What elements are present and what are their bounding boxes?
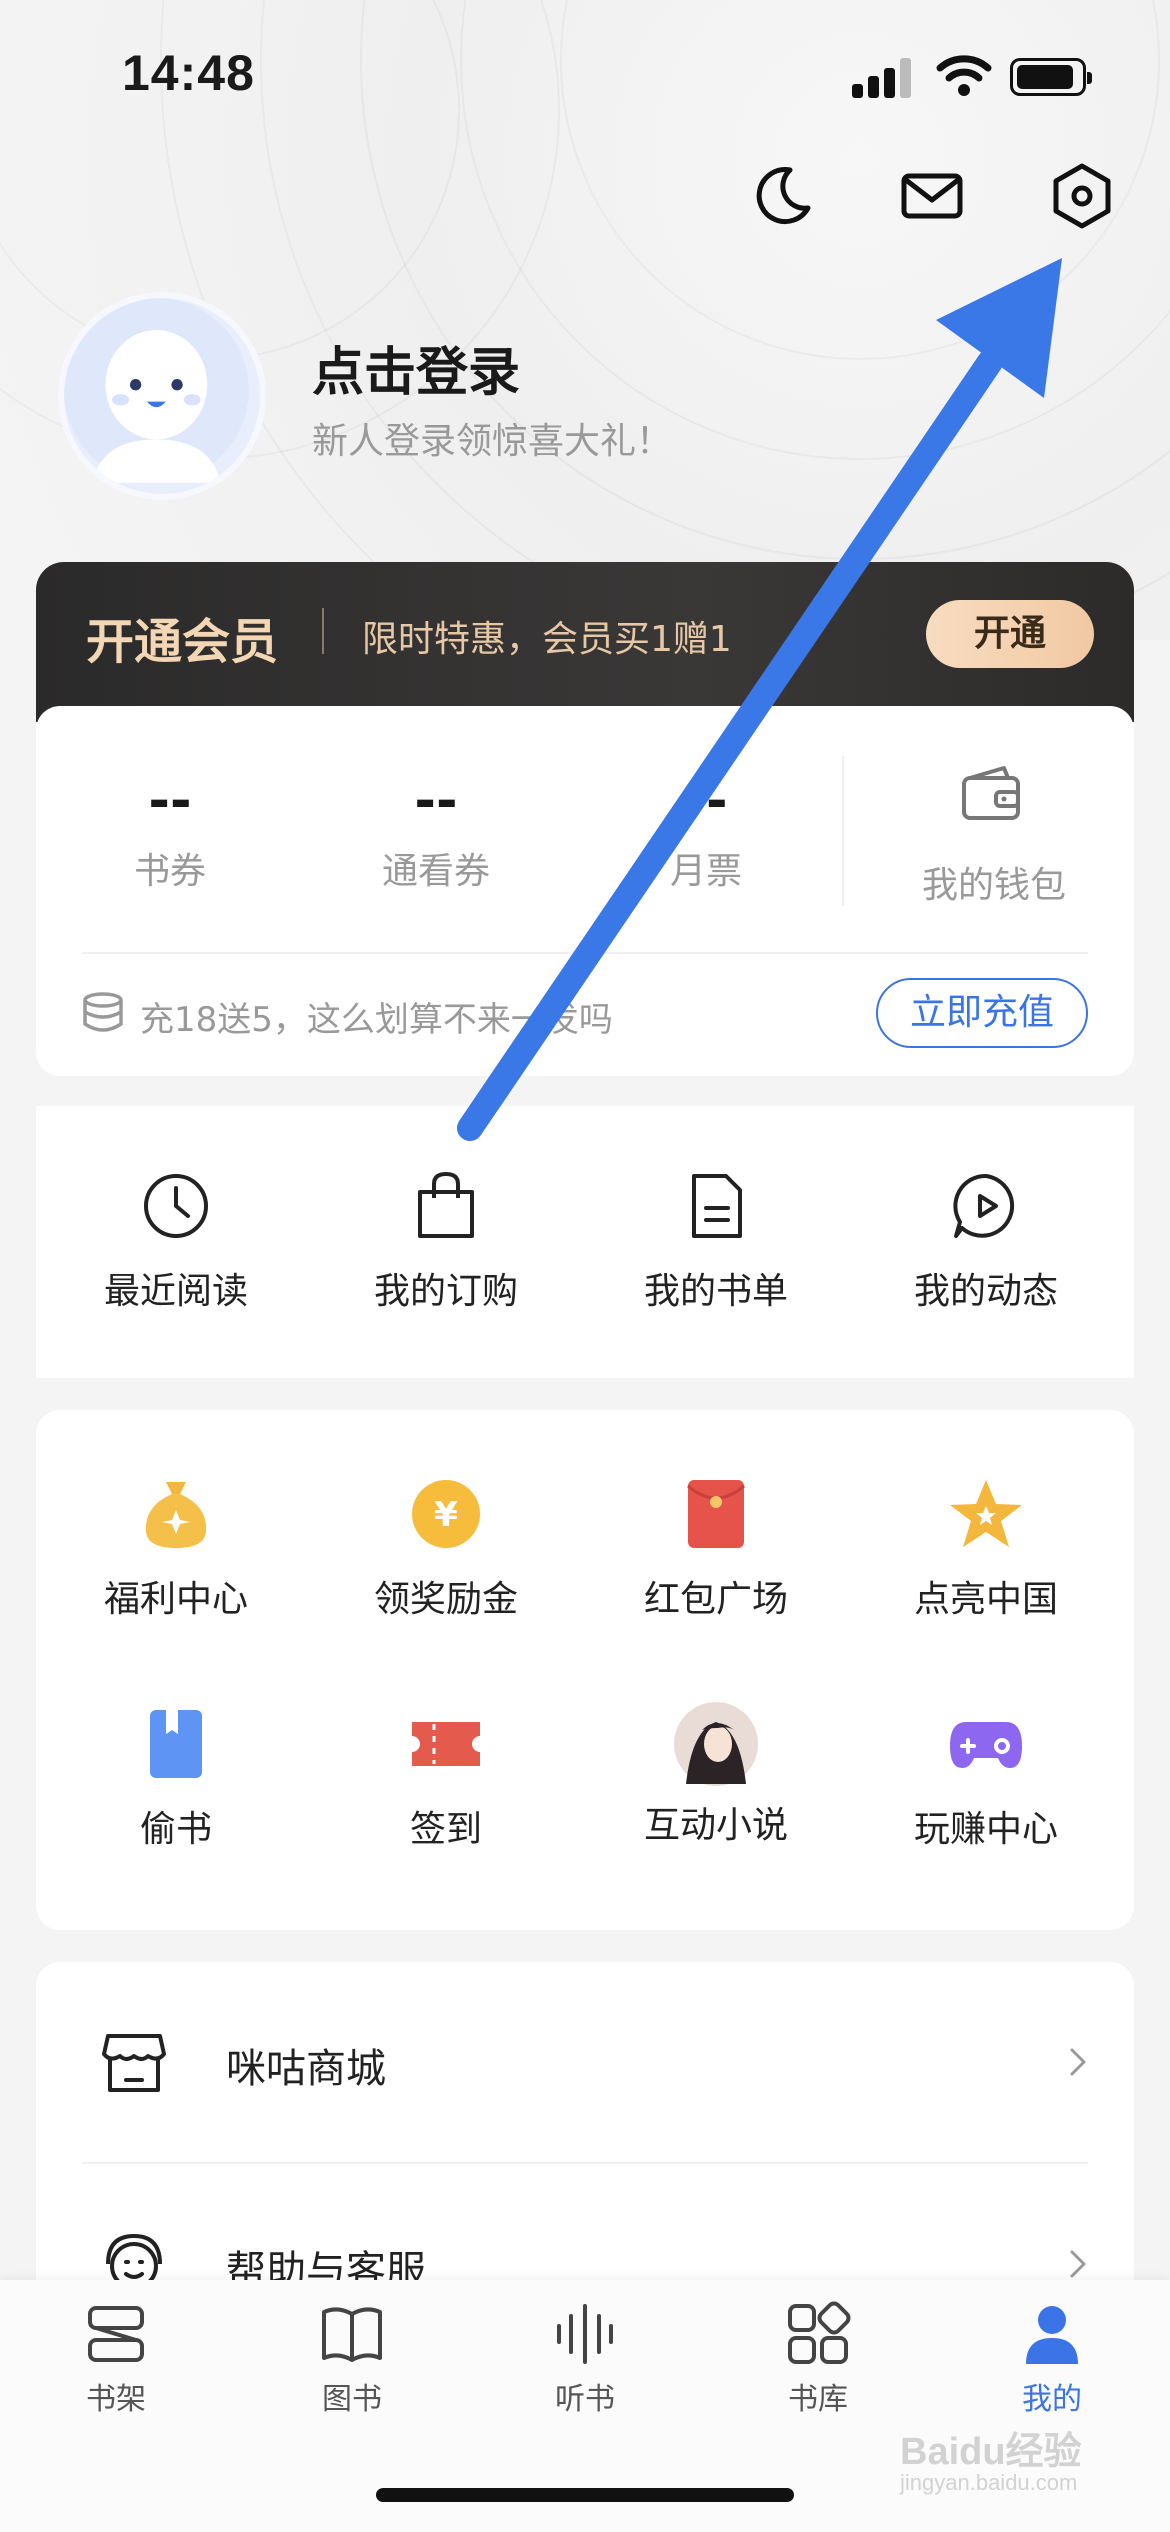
clock-icon (144, 1174, 208, 1238)
gamepad-icon (950, 1722, 1022, 1768)
divider (82, 952, 1088, 954)
settings-icon[interactable] (1046, 160, 1118, 232)
welfare-label: 红包广场 (643, 1579, 788, 1620)
login-title[interactable]: 点击登录 (312, 330, 520, 405)
vip-promo: 限时特惠，会员买1赠1 (362, 619, 732, 660)
watermark-url: jingyan.baidu.com (900, 2470, 1078, 2495)
quick-links-card: 最近阅读 我的订购 我的书单 我的动态 (36, 1106, 1134, 1378)
check-in[interactable]: 签到 (316, 1706, 576, 1852)
audio-wave-icon (557, 2304, 613, 2364)
quick-link-label: 最近阅读 (103, 1271, 248, 1312)
welfare-label: 领奖励金 (373, 1579, 518, 1620)
quick-link-label: 我的订购 (373, 1271, 518, 1312)
list-item-migu-mall[interactable]: 咪咕商城 (36, 1962, 1134, 2162)
welfare-label: 签到 (409, 1809, 482, 1850)
tab-bookshelf[interactable]: 书架 (36, 2300, 196, 2418)
yuan-coin-icon: ¥ (412, 1480, 480, 1548)
avatar[interactable] (58, 292, 266, 500)
tab-label: 听书 (555, 2382, 615, 2417)
stat-label: 月票 (669, 851, 742, 892)
light-up-china[interactable]: 点亮中国 (856, 1476, 1116, 1622)
money-bag-icon (145, 1482, 207, 1548)
book-icon (150, 1710, 202, 1778)
grid-icon (788, 2301, 851, 2364)
welfare-card: 福利中心 ¥ 领奖励金 红包广场 点亮中国 偷书 签到 互动小说 玩赚中心 (36, 1410, 1134, 1930)
welfare-label: 点亮中国 (913, 1579, 1058, 1620)
wallet-divider (842, 756, 844, 906)
svg-text:¥: ¥ (434, 1495, 458, 1535)
vip-title: 开通会员 (86, 614, 279, 670)
status-time: 14:48 (122, 45, 255, 101)
bookshelf-icon (88, 2306, 144, 2362)
tab-label: 书架 (86, 2382, 146, 2417)
cellular-signal-icon (852, 58, 914, 98)
status-bar: 14:48 (0, 0, 1170, 150)
chevron-right-icon (1070, 2250, 1086, 2278)
star-icon (950, 1480, 1022, 1547)
quick-link-recent-reading[interactable]: 最近阅读 (46, 1168, 306, 1314)
vip-activate-button[interactable]: 开通 (926, 600, 1094, 668)
login-subtitle: 新人登录领惊喜大礼！ (312, 421, 673, 462)
tab-books[interactable]: 图书 (272, 2300, 432, 2418)
quick-link-my-booklist[interactable]: 我的书单 (586, 1168, 846, 1314)
reward-money[interactable]: ¥ 领奖励金 (316, 1476, 576, 1622)
document-icon (692, 1174, 742, 1238)
quick-link-label: 我的动态 (913, 1271, 1058, 1312)
chevron-right-icon (1070, 2048, 1086, 2076)
stat-value: -- (148, 771, 192, 831)
store-icon (102, 2034, 166, 2092)
welfare-label: 玩赚中心 (913, 1809, 1058, 1850)
character-avatar-icon (674, 1702, 758, 1786)
red-envelope-icon (687, 1480, 745, 1548)
watermark-brand: Baidu经验 (900, 2431, 1082, 2473)
welfare-label: 互动小说 (643, 1805, 788, 1846)
open-book-icon (322, 2307, 382, 2362)
shopping-bag-icon (418, 1171, 474, 1238)
stat-monthly-ticket[interactable]: -- 月票 (606, 766, 806, 894)
welfare-label: 偷书 (139, 1809, 212, 1850)
battery-icon (1010, 58, 1092, 96)
tab-mine[interactable]: 我的 (972, 2300, 1132, 2418)
stat-pass-coupon[interactable]: -- 通看券 (336, 766, 536, 894)
home-indicator (376, 2488, 794, 2502)
stat-book-coupon[interactable]: -- 书券 (70, 766, 270, 894)
red-envelope-plaza[interactable]: 红包广场 (586, 1476, 846, 1622)
night-mode-icon[interactable] (746, 160, 818, 232)
tab-label: 书库 (788, 2382, 848, 2417)
quick-link-my-activity[interactable]: 我的动态 (856, 1168, 1116, 1314)
tab-label: 我的 (1022, 2382, 1082, 2417)
quick-link-label: 我的书单 (643, 1271, 788, 1312)
wifi-icon (936, 52, 992, 98)
wallet-icon[interactable] (958, 762, 1024, 828)
ticket-icon (412, 1722, 480, 1766)
mail-icon[interactable] (896, 160, 968, 232)
interactive-novel[interactable]: 互动小说 (586, 1700, 846, 1848)
earn-center[interactable]: 玩赚中心 (856, 1706, 1116, 1852)
coins-icon (80, 990, 126, 1036)
stat-label: 书券 (133, 851, 206, 892)
welfare-center[interactable]: 福利中心 (46, 1476, 306, 1622)
recharge-button[interactable]: 立即充值 (876, 978, 1088, 1048)
play-bubble-icon (953, 1173, 1015, 1238)
wallet-card: -- 书券 -- 通看券 -- 月票 我的钱包 充18送5，这么划算不来一发吗 … (36, 706, 1134, 1076)
list-item-label: 咪咕商城 (226, 2046, 386, 2092)
steal-books[interactable]: 偷书 (46, 1706, 306, 1852)
person-icon (1026, 2306, 1078, 2364)
wallet-label[interactable]: 我的钱包 (894, 856, 1094, 908)
stat-label: 通看券 (381, 851, 490, 892)
vip-divider (322, 608, 324, 654)
quick-link-my-orders[interactable]: 我的订购 (316, 1168, 576, 1314)
tab-audiobooks[interactable]: 听书 (505, 2300, 665, 2418)
recharge-promo-text: 充18送5，这么划算不来一发吗 (140, 1000, 613, 1040)
stat-value: -- (684, 771, 728, 831)
welfare-label: 福利中心 (103, 1579, 248, 1620)
stat-value: -- (414, 771, 458, 831)
tab-library[interactable]: 书库 (738, 2300, 898, 2418)
vip-banner[interactable]: 开通会员 限时特惠，会员买1赠1 开通 (36, 562, 1134, 722)
tab-label: 图书 (322, 2382, 382, 2417)
